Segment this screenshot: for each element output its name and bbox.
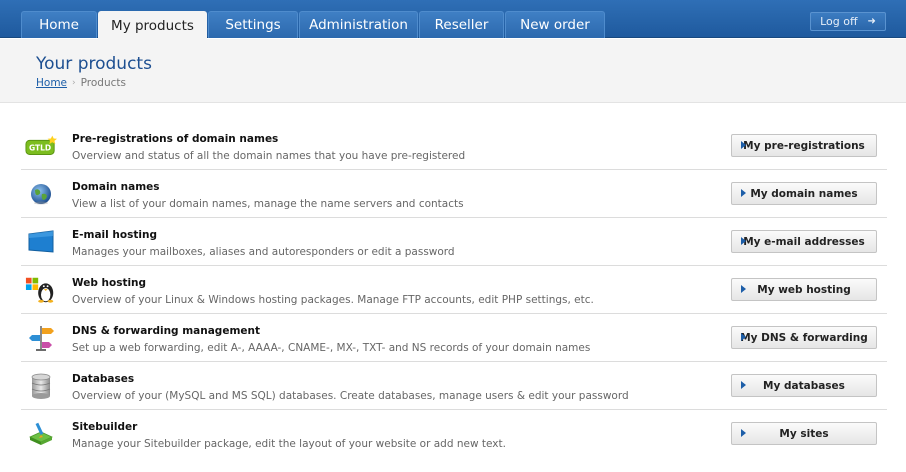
- my-databases-button[interactable]: My databases: [731, 374, 877, 397]
- product-title: Pre-registrations of domain names: [72, 133, 279, 145]
- gtld-icon: GTLD: [25, 132, 57, 160]
- product-description: Set up a web forwarding, edit A-, AAAA-,…: [72, 342, 591, 354]
- caret-right-icon: [741, 141, 746, 149]
- product-row-web-hosting: Web hosting Overview of your Linux & Win…: [21, 266, 887, 314]
- top-navigation: Home My products Settings Administration…: [0, 0, 906, 39]
- my-dns-forwarding-button[interactable]: My DNS & forwarding: [731, 326, 877, 349]
- product-row-email-hosting: E-mail hosting Manages your mailboxes, a…: [21, 218, 887, 266]
- breadcrumb: Home › Products: [36, 77, 126, 89]
- product-description: Overview of your (MySQL and MS SQL) data…: [72, 390, 629, 402]
- logoff-arrow-icon: ➜: [867, 16, 876, 27]
- product-title: Sitebuilder: [72, 421, 138, 433]
- my-web-hosting-button[interactable]: My web hosting: [731, 278, 877, 301]
- product-row-pre-registrations: GTLD Pre-registrations of domain names O…: [21, 122, 887, 170]
- sitebuilder-icon: [25, 420, 57, 448]
- product-row-sitebuilder: Sitebuilder Manage your Sitebuilder pack…: [21, 410, 887, 458]
- my-email-addresses-button[interactable]: My e-mail addresses: [731, 230, 877, 253]
- product-list: GTLD Pre-registrations of domain names O…: [21, 122, 887, 458]
- product-title: E-mail hosting: [72, 229, 157, 241]
- product-title: Web hosting: [72, 277, 147, 289]
- button-label: My domain names: [750, 187, 858, 200]
- button-label: My sites: [779, 427, 829, 440]
- button-label: My e-mail addresses: [743, 235, 865, 248]
- page-header: Your products Home › Products: [0, 39, 906, 103]
- breadcrumb-home-link[interactable]: Home: [36, 77, 67, 89]
- product-title: DNS & forwarding management: [72, 325, 261, 337]
- tab-new-order[interactable]: New order: [505, 11, 605, 38]
- globe-icon: [25, 180, 57, 208]
- button-label: My pre-registrations: [743, 139, 865, 152]
- tab-my-products[interactable]: My products: [98, 11, 207, 39]
- logoff-button[interactable]: Log off ➜: [810, 12, 886, 31]
- product-row-databases: Databases Overview of your (MySQL and MS…: [21, 362, 887, 410]
- web-hosting-icon: [25, 276, 57, 304]
- caret-right-icon: [741, 285, 746, 293]
- caret-right-icon: [741, 189, 746, 197]
- product-row-domain-names: Domain names View a list of your domain …: [21, 170, 887, 218]
- button-label: My databases: [763, 379, 845, 392]
- caret-right-icon: [741, 381, 746, 389]
- product-title: Databases: [72, 373, 135, 385]
- product-description: Manage your Sitebuilder package, edit th…: [72, 438, 506, 450]
- product-description: View a list of your domain names, manage…: [72, 198, 464, 210]
- button-label: My DNS & forwarding: [740, 331, 868, 344]
- my-pre-registrations-button[interactable]: My pre-registrations: [731, 134, 877, 157]
- signpost-icon: [25, 324, 57, 352]
- product-description: Overview of your Linux & Windows hosting…: [72, 294, 594, 306]
- product-title: Domain names: [72, 181, 160, 193]
- mail-icon: [25, 228, 57, 256]
- logoff-label: Log off: [820, 15, 858, 28]
- breadcrumb-current: Products: [80, 77, 126, 89]
- product-description: Overview and status of all the domain na…: [72, 150, 466, 162]
- my-sites-button[interactable]: My sites: [731, 422, 877, 445]
- page-title: Your products: [36, 54, 152, 74]
- tab-reseller[interactable]: Reseller: [419, 11, 504, 38]
- tab-administration[interactable]: Administration: [299, 11, 418, 38]
- database-icon: [25, 372, 57, 400]
- caret-right-icon: [741, 429, 746, 437]
- button-label: My web hosting: [757, 283, 851, 296]
- svg-text:GTLD: GTLD: [29, 144, 51, 153]
- breadcrumb-separator-icon: ›: [72, 78, 76, 88]
- caret-right-icon: [741, 237, 746, 245]
- tab-home[interactable]: Home: [21, 11, 97, 38]
- product-description: Manages your mailboxes, aliases and auto…: [72, 246, 455, 258]
- caret-right-icon: [741, 333, 746, 341]
- tab-settings[interactable]: Settings: [208, 11, 298, 38]
- my-domain-names-button[interactable]: My domain names: [731, 182, 877, 205]
- product-row-dns-forwarding: DNS & forwarding management Set up a web…: [21, 314, 887, 362]
